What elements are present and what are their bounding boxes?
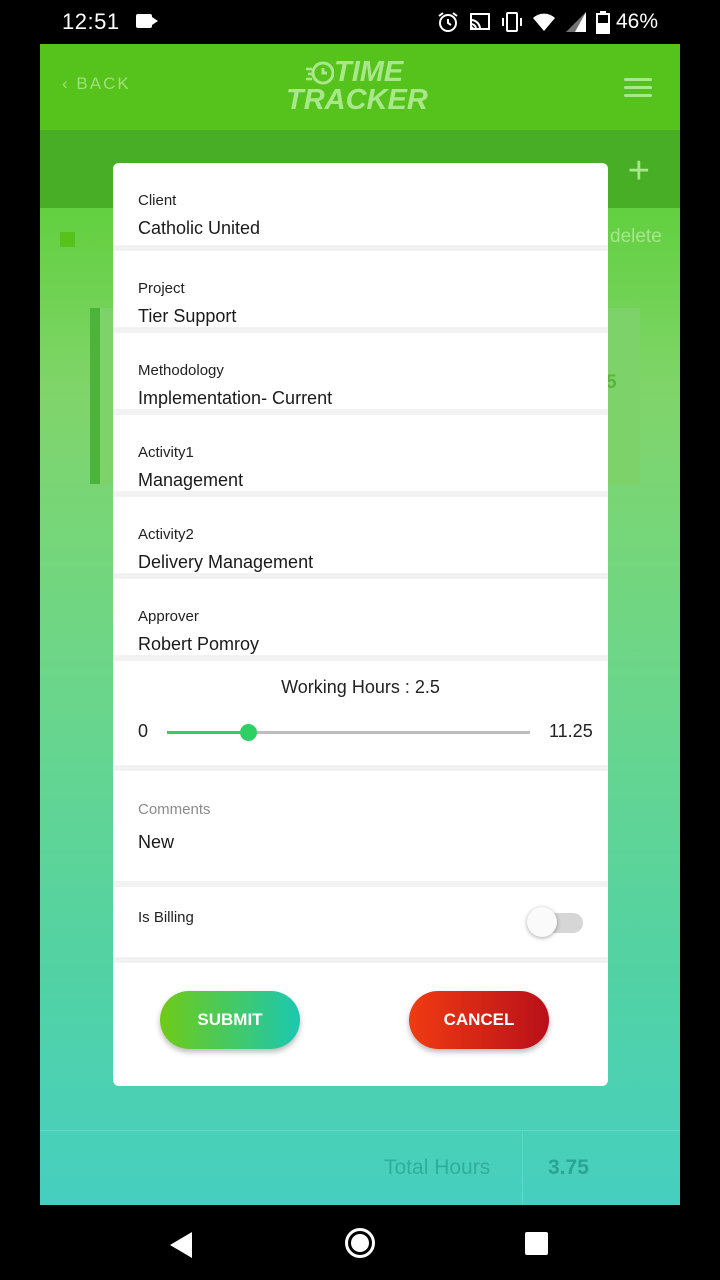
cancel-button[interactable]: CANCEL [409, 991, 549, 1049]
slider-min-label: 0 [138, 721, 149, 741]
activity1-field[interactable]: Activity1 Management [113, 415, 608, 497]
nav-back-icon[interactable] [170, 1232, 192, 1258]
battery-percent: 46% [616, 10, 659, 33]
is-billing-label: Is Billing [138, 909, 194, 926]
slider-max-label: 11.25 [549, 721, 593, 741]
comments-value[interactable]: New [138, 832, 174, 853]
is-billing-row: Is Billing [113, 887, 608, 963]
wifi-icon [532, 10, 556, 34]
client-field[interactable]: Client Catholic United [113, 163, 608, 251]
toggle-knob [527, 907, 557, 937]
app-header: ‹ BACK TIME TRACKER [40, 44, 680, 130]
nav-home-icon[interactable] [345, 1228, 375, 1258]
activity2-value: Delivery Management [138, 552, 314, 572]
logo-line1: TIME [334, 56, 404, 88]
activity2-field[interactable]: Activity2 Delivery Management [113, 497, 608, 579]
add-entry-icon[interactable]: + [628, 152, 650, 190]
working-hours-section: Working Hours : 2.5 0 11.25 [113, 661, 608, 771]
delete-link[interactable]: delete [610, 226, 662, 248]
submit-button[interactable]: SUBMIT [160, 991, 300, 1049]
cast-icon [468, 10, 492, 34]
stopwatch-icon [306, 60, 335, 91]
back-label: BACK [76, 74, 131, 93]
client-label: Client [138, 192, 177, 209]
footer-divider [40, 1130, 680, 1131]
status-icons [436, 10, 610, 34]
video-camera-icon [136, 14, 158, 28]
signal-icon [564, 10, 588, 34]
total-hours-value: 3.75 [548, 1156, 589, 1179]
working-hours-title: Working Hours : 2.5 [281, 677, 440, 697]
total-hours-label: Total Hours [384, 1156, 491, 1179]
slider-thumb[interactable] [239, 724, 257, 741]
status-time: 12:51 [62, 9, 120, 34]
slider-fill [167, 731, 248, 734]
hamburger-menu-icon[interactable] [624, 78, 652, 98]
comments-label: Comments [138, 801, 211, 818]
methodology-value: Implementation- Current [138, 388, 333, 408]
activity1-value: Management [138, 470, 244, 490]
working-hours-slider[interactable] [167, 724, 530, 741]
activity2-label: Activity2 [138, 526, 194, 543]
time-entry-dialog: Client Catholic United Project Tier Supp… [113, 163, 608, 1086]
alarm-icon [436, 10, 460, 34]
comments-field[interactable]: Comments New [113, 771, 608, 887]
app-logo: TIME TRACKER [286, 56, 428, 115]
project-value: Tier Support [138, 306, 237, 326]
chevron-left-icon: ‹ [62, 74, 77, 93]
methodology-field[interactable]: Methodology Implementation- Current [113, 333, 608, 415]
is-billing-toggle[interactable] [527, 907, 583, 937]
approver-field[interactable]: Approver Robert Pomroy [113, 579, 608, 661]
footer-separator [522, 1130, 523, 1205]
activity1-label: Activity1 [138, 444, 194, 461]
project-label: Project [138, 280, 185, 297]
dialog-actions: SUBMIT CANCEL [113, 963, 608, 1063]
back-button[interactable]: ‹ BACK [62, 74, 131, 94]
battery-icon [596, 10, 610, 34]
billable-legend: Billa [60, 230, 115, 251]
client-value: Catholic United [138, 218, 261, 238]
status-bar: 12:51 46% [0, 0, 720, 44]
methodology-label: Methodology [138, 362, 224, 379]
nav-recents-icon[interactable] [525, 1232, 548, 1255]
approver-label: Approver [138, 608, 199, 625]
approver-value: Robert Pomroy [138, 634, 260, 654]
system-nav-bar [0, 1205, 720, 1280]
vibrate-icon [500, 10, 524, 34]
project-field[interactable]: Project Tier Support [113, 251, 608, 333]
